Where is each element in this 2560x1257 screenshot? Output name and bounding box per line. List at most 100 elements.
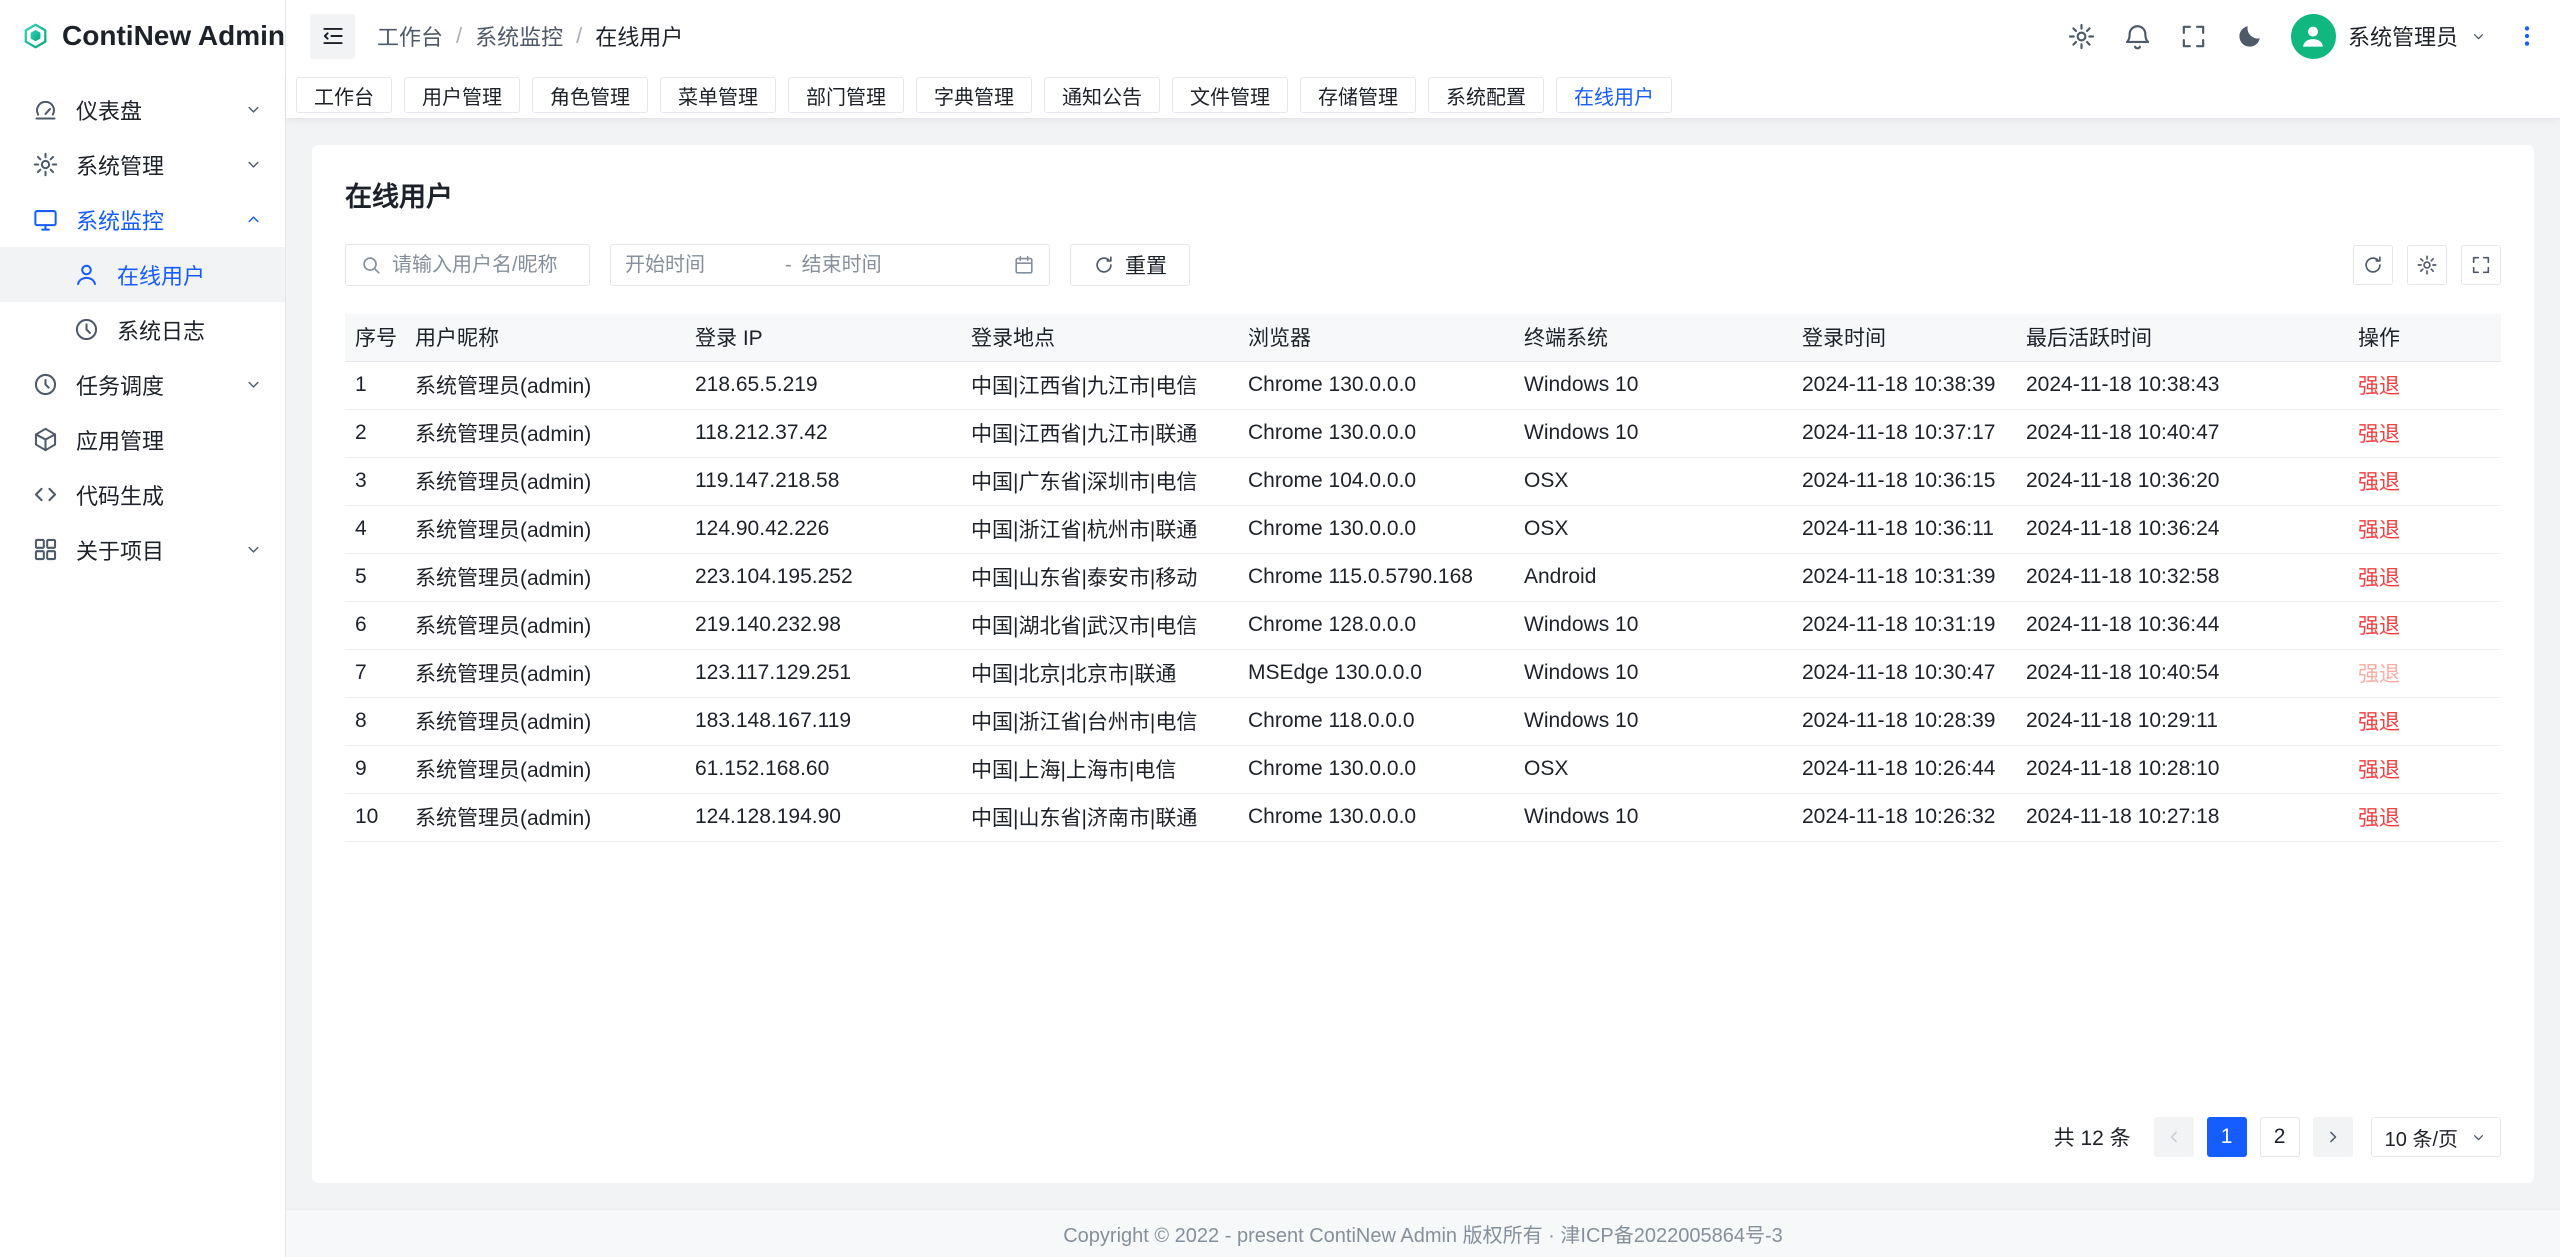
table-cell: Chrome 130.0.0.0 — [1248, 409, 1524, 457]
force-logout-link[interactable]: 强退 — [2358, 567, 2400, 590]
table-cell: 2024-11-18 10:36:20 — [2026, 457, 2358, 505]
refresh-icon — [1093, 254, 1115, 276]
table-cell: 183.148.167.119 — [695, 697, 971, 745]
table-cell: 强退 — [2358, 697, 2501, 745]
force-logout-link[interactable]: 强退 — [2358, 519, 2400, 542]
breadcrumb-separator: / — [576, 23, 582, 49]
sidebar-item-label: 系统监控 — [76, 204, 227, 236]
page-size-select[interactable]: 10 条/页 — [2371, 1117, 2501, 1157]
table-row: 8系统管理员(admin)183.148.167.119中国|浙江省|台州市|电… — [345, 697, 2501, 745]
sidebar-collapse-button[interactable] — [310, 14, 355, 59]
table-cell: 4 — [345, 505, 415, 553]
sidebar-item[interactable]: 仪表盘 — [0, 82, 285, 137]
sidebar-item[interactable]: 关于项目 — [0, 522, 285, 577]
breadcrumb-item[interactable]: 工作台 — [377, 20, 443, 52]
tab[interactable]: 字典管理 — [916, 77, 1032, 113]
chevron-down-icon — [244, 100, 263, 119]
dark-mode-moon-icon[interactable] — [2235, 22, 2264, 51]
table-cell: 系统管理员(admin) — [415, 505, 695, 553]
page-number-button[interactable]: 2 — [2260, 1117, 2300, 1157]
user-icon — [73, 261, 100, 288]
tab[interactable]: 存储管理 — [1300, 77, 1416, 113]
prev-page-button[interactable] — [2154, 1117, 2194, 1157]
sidebar-item[interactable]: 任务调度 — [0, 357, 285, 412]
search-input[interactable] — [392, 254, 575, 277]
tab[interactable]: 在线用户 — [1556, 77, 1672, 113]
column-header: 终端系统 — [1524, 314, 1802, 361]
sidebar-subitem[interactable]: 在线用户 — [0, 247, 285, 302]
more-options-icon[interactable] — [2514, 23, 2540, 49]
table-cell: 强退 — [2358, 793, 2501, 841]
tabbar: 工作台用户管理角色管理菜单管理部门管理字典管理通知公告文件管理存储管理系统配置在… — [286, 72, 2560, 119]
table-cell: 2024-11-18 10:26:44 — [1802, 745, 2026, 793]
tab[interactable]: 工作台 — [296, 77, 392, 113]
sidebar-item[interactable]: 代码生成 — [0, 467, 285, 522]
code-icon — [32, 481, 59, 508]
table-cell: Android — [1524, 553, 1802, 601]
header: 工作台/系统监控/在线用户 系统管理员 — [286, 0, 2560, 72]
grid-icon — [32, 536, 59, 563]
sidebar-item-label: 在线用户 — [117, 259, 263, 291]
settings-icon[interactable] — [2067, 22, 2096, 51]
tab[interactable]: 用户管理 — [404, 77, 520, 113]
tab[interactable]: 通知公告 — [1044, 77, 1160, 113]
next-page-button[interactable] — [2313, 1117, 2353, 1157]
page-number-button[interactable]: 1 — [2207, 1117, 2247, 1157]
force-logout-link[interactable]: 强退 — [2358, 423, 2400, 446]
tab[interactable]: 角色管理 — [532, 77, 648, 113]
table-cell: 中国|江西省|九江市|电信 — [971, 361, 1248, 409]
force-logout-link[interactable]: 强退 — [2358, 615, 2400, 638]
tab[interactable]: 文件管理 — [1172, 77, 1288, 113]
sidebar-item[interactable]: 系统监控 — [0, 192, 285, 247]
fullscreen-icon — [2470, 254, 2492, 276]
table-cell: 2024-11-18 10:40:54 — [2026, 649, 2358, 697]
date-range-picker[interactable]: - — [610, 244, 1050, 286]
column-header: 最后活跃时间 — [2026, 314, 2358, 361]
table-header-row: 序号用户昵称登录 IP登录地点浏览器终端系统登录时间最后活跃时间操作 — [345, 314, 2501, 361]
user-menu[interactable]: 系统管理员 — [2291, 14, 2487, 59]
tab[interactable]: 部门管理 — [788, 77, 904, 113]
table-cell: 2024-11-18 10:36:15 — [1802, 457, 2026, 505]
table-cell: 2 — [345, 409, 415, 457]
reset-button[interactable]: 重置 — [1070, 244, 1190, 286]
refresh-table-button[interactable] — [2353, 245, 2393, 285]
chevron-down-icon — [244, 155, 263, 174]
page-numbers: 12 — [2207, 1117, 2300, 1157]
main-content: 在线用户 - 重置 — [286, 119, 2560, 1209]
copyright: Copyright © 2022 - present ContiNew Admi… — [1063, 1219, 1783, 1248]
force-logout-link[interactable]: 强退 — [2358, 663, 2400, 686]
tab[interactable]: 菜单管理 — [660, 77, 776, 113]
sidebar-item-label: 仪表盘 — [76, 94, 227, 126]
fullscreen-icon[interactable] — [2179, 22, 2208, 51]
table-cell: Chrome 130.0.0.0 — [1248, 505, 1524, 553]
app-logo[interactable]: ContiNew Admin — [0, 0, 285, 72]
sidebar-item-label: 应用管理 — [76, 424, 263, 456]
table-cell: 6 — [345, 601, 415, 649]
end-date-input[interactable] — [802, 254, 1003, 277]
force-logout-link[interactable]: 强退 — [2358, 471, 2400, 494]
start-date-input[interactable] — [625, 254, 775, 277]
force-logout-link[interactable]: 强退 — [2358, 375, 2400, 398]
force-logout-link[interactable]: 强退 — [2358, 759, 2400, 782]
force-logout-link[interactable]: 强退 — [2358, 807, 2400, 830]
table-row: 1系统管理员(admin)218.65.5.219中国|江西省|九江市|电信Ch… — [345, 361, 2501, 409]
force-logout-link[interactable]: 强退 — [2358, 711, 2400, 734]
sidebar-subitem[interactable]: 系统日志 — [0, 302, 285, 357]
table-cell: 强退 — [2358, 649, 2501, 697]
avatar — [2291, 14, 2336, 59]
column-header: 用户昵称 — [415, 314, 695, 361]
sidebar-item[interactable]: 系统管理 — [0, 137, 285, 192]
chevron-right-icon — [2323, 1127, 2343, 1147]
breadcrumb-item[interactable]: 系统监控 — [475, 20, 563, 52]
tab[interactable]: 系统配置 — [1428, 77, 1544, 113]
sidebar-item[interactable]: 应用管理 — [0, 412, 285, 467]
breadcrumb-item[interactable]: 在线用户 — [595, 20, 683, 52]
bell-icon[interactable] — [2123, 22, 2152, 51]
column-settings-button[interactable] — [2407, 245, 2447, 285]
table-cell: 中国|北京|北京市|联通 — [971, 649, 1248, 697]
filter-bar: - 重置 — [345, 244, 2501, 286]
table-cell: Windows 10 — [1524, 697, 1802, 745]
monitor-icon — [32, 206, 59, 233]
table-cell: 中国|湖北省|武汉市|电信 — [971, 601, 1248, 649]
table-fullscreen-button[interactable] — [2461, 245, 2501, 285]
